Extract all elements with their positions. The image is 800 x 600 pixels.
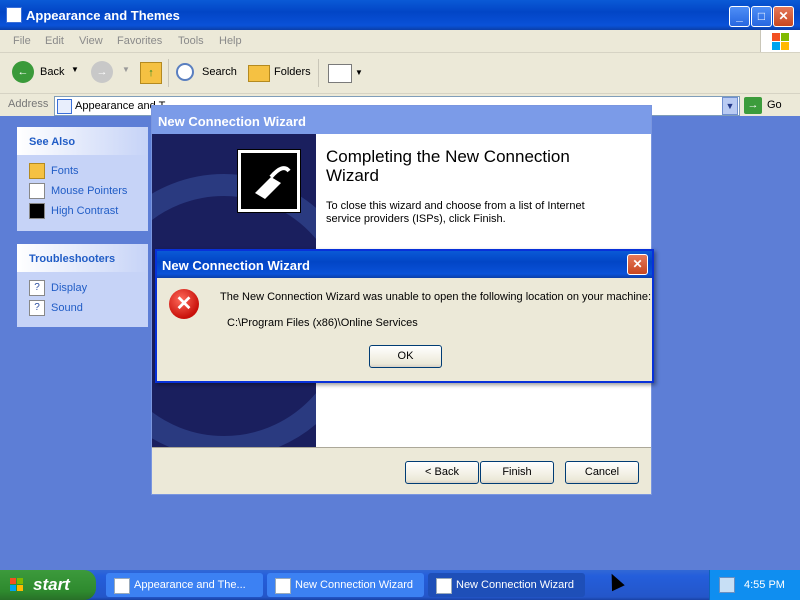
taskbar-item-wizard-error[interactable]: New Connection Wizard — [428, 573, 585, 597]
see-also-header[interactable]: See Also — [17, 127, 148, 155]
menu-help[interactable]: Help — [219, 35, 242, 47]
address-dropdown-icon[interactable]: ▼ — [722, 97, 738, 115]
troubleshooter-item-label: Display — [51, 281, 88, 294]
taskbar-item-label: New Connection Wizard — [295, 579, 413, 591]
windows-flag-icon — [10, 578, 23, 591]
ok-button[interactable]: OK — [369, 345, 442, 368]
explorer-title-bar[interactable]: Appearance and Themes _ □ ✕ — [0, 0, 800, 30]
wizard-title-bar[interactable]: New Connection Wizard — [152, 106, 651, 134]
maximize-button[interactable]: □ — [751, 6, 772, 27]
taskbar-item-wizard[interactable]: New Connection Wizard — [267, 573, 424, 597]
menu-favorites[interactable]: Favorites — [117, 35, 162, 47]
window-icon — [436, 578, 452, 594]
see-also-heading: See Also — [29, 136, 76, 148]
wizard-description: To close this wizard and choose from a l… — [326, 200, 585, 225]
up-folder-icon[interactable]: ↑ — [140, 62, 162, 84]
troubleshooters-header[interactable]: Troubleshooters — [17, 244, 148, 272]
wizard-separator — [152, 447, 651, 448]
contrast-icon — [29, 203, 45, 219]
toolbar-divider — [318, 59, 319, 87]
go-arrow-icon[interactable]: → — [744, 97, 762, 114]
troubleshooter-item-display[interactable]: ? Display — [29, 280, 87, 296]
back-button[interactable]: < Back — [405, 461, 479, 484]
error-icon: ✕ — [169, 289, 199, 319]
control-panel-icon — [114, 578, 130, 594]
mouse-icon — [29, 183, 45, 199]
see-also-item-label: Fonts — [51, 164, 79, 177]
see-also-item-label: High Contrast — [51, 204, 119, 217]
menu-edit[interactable]: Edit — [45, 35, 64, 47]
minimize-button[interactable]: _ — [729, 6, 750, 27]
views-dropdown-icon[interactable]: ▼ — [355, 68, 363, 77]
menu-view[interactable]: View — [79, 35, 103, 47]
back-button[interactable]: Back — [40, 66, 64, 78]
control-panel-icon — [6, 7, 22, 23]
see-also-item-fonts[interactable]: Fonts — [29, 163, 79, 179]
back-dropdown-icon[interactable]: ▼ — [71, 65, 79, 74]
error-dialog: New Connection Wizard ✕ ✕ The New Connec… — [155, 249, 654, 383]
windows-logo-icon — [760, 30, 800, 52]
toolbar-divider — [168, 59, 169, 87]
close-button[interactable]: ✕ — [627, 254, 648, 275]
wizard-title: New Connection Wizard — [158, 114, 306, 129]
help-icon: ? — [29, 300, 45, 316]
see-also-pane: See Also Fonts Mouse Pointers High Contr… — [17, 127, 148, 231]
folder-icon — [29, 163, 45, 179]
error-dialog-title: New Connection Wizard — [162, 258, 310, 273]
folders-icon[interactable] — [248, 65, 270, 82]
network-cable-icon — [237, 149, 301, 213]
back-arrow-icon[interactable]: ← — [12, 61, 34, 83]
control-panel-icon — [57, 99, 72, 114]
start-button[interactable]: start — [0, 570, 96, 600]
search-button[interactable]: Search — [202, 66, 237, 78]
menu-bar: File Edit View Favorites Tools Help — [0, 30, 800, 53]
system-tray: 4:55 PM — [709, 570, 800, 600]
see-also-item-label: Mouse Pointers — [51, 184, 128, 197]
close-button[interactable]: ✕ — [773, 6, 794, 27]
address-label: Address — [8, 98, 49, 110]
taskbar: start Appearance and The... New Connecti… — [0, 570, 800, 600]
taskbar-item-appearance[interactable]: Appearance and The... — [106, 573, 263, 597]
error-dialog-title-bar[interactable]: New Connection Wizard ✕ — [157, 251, 652, 278]
start-label: start — [33, 575, 70, 594]
toolbar: ← Back ▼ → ▼ ↑ Search Folders ▼ — [0, 53, 800, 94]
go-button[interactable]: Go — [767, 99, 782, 111]
troubleshooters-pane: Troubleshooters ? Display ? Sound — [17, 244, 148, 327]
error-path: C:\Program Files (x86)\Online Services — [227, 317, 418, 329]
forward-arrow-icon[interactable]: → — [91, 61, 113, 83]
finish-button[interactable]: Finish — [480, 461, 554, 484]
troubleshooters-heading: Troubleshooters — [29, 253, 116, 265]
menu-tools[interactable]: Tools — [178, 35, 204, 47]
forward-dropdown-icon[interactable]: ▼ — [122, 65, 130, 74]
clock: 4:55 PM — [744, 579, 785, 591]
folders-button[interactable]: Folders — [274, 66, 311, 78]
taskbar-item-label: Appearance and The... — [134, 579, 246, 591]
see-also-item-mouse-pointers[interactable]: Mouse Pointers — [29, 183, 127, 199]
help-icon: ? — [29, 280, 45, 296]
troubleshooter-item-sound[interactable]: ? Sound — [29, 300, 83, 316]
views-icon[interactable] — [328, 64, 352, 83]
see-also-item-high-contrast[interactable]: High Contrast — [29, 203, 118, 219]
network-tray-icon[interactable] — [719, 577, 735, 593]
wizard-heading: Completing the New Connection Wizard — [326, 147, 570, 185]
explorer-title: Appearance and Themes — [26, 8, 180, 23]
error-message: The New Connection Wizard was unable to … — [220, 291, 652, 303]
search-icon[interactable] — [176, 63, 194, 81]
wizard-icon — [275, 578, 291, 594]
troubleshooter-item-label: Sound — [51, 301, 83, 314]
menu-file[interactable]: File — [13, 35, 31, 47]
cancel-button[interactable]: Cancel — [565, 461, 639, 484]
taskbar-item-label: New Connection Wizard — [456, 579, 574, 591]
